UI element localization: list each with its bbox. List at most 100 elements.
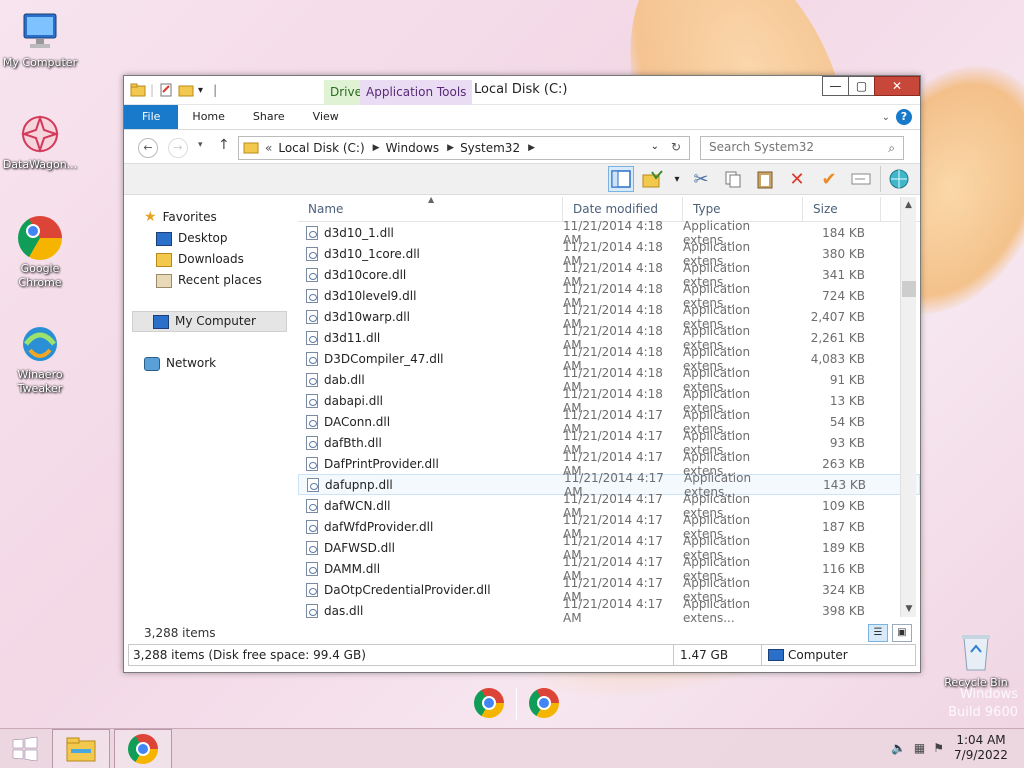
delete-icon[interactable]: ✕	[784, 166, 810, 192]
nav-item-favorites[interactable]: ★ Favorites	[124, 207, 294, 228]
maximize-button[interactable]: ▢	[848, 76, 875, 96]
copy-icon[interactable]	[720, 166, 746, 192]
qat-dropdown-icon[interactable]: ▾	[198, 85, 203, 96]
taskbar-file-explorer[interactable]	[52, 729, 110, 768]
desktop-icon-datawagon[interactable]: DataWagon...	[0, 112, 80, 172]
clock-date: 7/9/2022	[954, 748, 1008, 762]
search-input[interactable]	[709, 140, 869, 154]
refresh-icon[interactable]: ↻	[671, 140, 681, 154]
cell-name: dafWCN.dll	[298, 498, 553, 513]
desktop-icon-winaero-tweaker[interactable]: Winaero Tweaker	[0, 322, 80, 396]
cell-name: dafupnp.dll	[299, 477, 554, 492]
forward-button[interactable]: →	[168, 138, 188, 158]
table-row[interactable]: das.dll 11/21/2014 4:17 AM Application ext…	[298, 597, 920, 625]
breadcrumb-windows[interactable]: Windows ▶	[386, 141, 455, 155]
volume-muted-icon[interactable]: 🔈	[891, 741, 906, 755]
search-icon[interactable]: ⌕	[888, 141, 895, 156]
file-name: d3d10warp.dll	[324, 309, 410, 324]
network-tray-icon[interactable]: ▦	[914, 741, 925, 755]
search-box[interactable]: ⌕	[700, 136, 904, 160]
nav-item-network[interactable]: Network	[124, 353, 294, 374]
nav-label: My Computer	[175, 314, 256, 328]
tab-share[interactable]: Share	[239, 105, 299, 129]
file-name: D3DCompiler_47.dll	[324, 351, 444, 366]
expand-ribbon-icon[interactable]: ⌄	[882, 112, 890, 123]
dll-file-icon	[306, 393, 318, 408]
dropdown-icon[interactable]: ▾	[672, 166, 682, 192]
back-button[interactable]: ←	[138, 138, 158, 158]
cell-date: 11/21/2014 4:17 AM	[563, 596, 663, 625]
cut-icon[interactable]: ✂	[688, 166, 714, 192]
paste-icon[interactable]	[752, 166, 778, 192]
watermark-line: Build 9600	[948, 705, 1018, 720]
column-header-size[interactable]: Size	[803, 197, 881, 221]
large-icons-view-button[interactable]: ▣	[892, 624, 912, 642]
nav-label: Desktop	[178, 231, 228, 245]
nav-item-my-computer[interactable]: My Computer	[132, 311, 287, 332]
column-header-type[interactable]: Type	[683, 197, 803, 221]
cell-size: 2,261 KB	[810, 330, 865, 345]
chevron-right-icon[interactable]: ▶	[373, 143, 380, 153]
dll-file-icon	[306, 540, 318, 555]
breadcrumb-label: Windows	[385, 141, 440, 155]
cell-name: dafWfdProvider.dll	[298, 519, 553, 534]
desktop-icon-label: DataWagon...	[2, 158, 78, 171]
scroll-up-icon[interactable]: ▲	[901, 197, 916, 213]
cell-name: dab.dll	[298, 372, 553, 387]
cell-name: DAConn.dll	[298, 414, 553, 429]
nav-item-recent-places[interactable]: Recent places	[124, 270, 294, 291]
properties-icon[interactable]	[158, 82, 174, 98]
desktop-icon-google-chrome[interactable]: Google Chrome	[0, 216, 80, 290]
minimize-button[interactable]: —	[822, 76, 849, 96]
help-icon[interactable]: ?	[896, 109, 912, 125]
close-button[interactable]: ✕	[874, 76, 920, 96]
details-view-button[interactable]: ☰	[868, 624, 888, 642]
recent-locations-icon[interactable]: ▾	[198, 140, 203, 150]
folder-icon[interactable]	[130, 82, 146, 98]
scroll-down-icon[interactable]: ▼	[901, 601, 917, 617]
check-icon[interactable]: ✔	[816, 166, 842, 192]
column-header-date[interactable]: Date modified	[563, 197, 683, 221]
clock[interactable]: 1:04 AM 7/9/2022	[946, 733, 1016, 763]
vertical-scrollbar[interactable]: ▲ ▼	[900, 197, 916, 617]
folder-icon	[243, 140, 259, 157]
new-folder-icon[interactable]	[178, 82, 194, 98]
desktop-icon-my-computer[interactable]: My Computer	[0, 10, 80, 70]
cell-size: 341 KB	[822, 267, 865, 282]
chevron-right-icon[interactable]: ▶	[528, 143, 535, 153]
up-button[interactable]: ↑	[218, 137, 230, 153]
scroll-thumb[interactable]	[902, 281, 916, 297]
chrome-icon[interactable]	[529, 688, 559, 718]
breadcrumb-system32[interactable]: System32 ▶	[460, 141, 535, 155]
tab-home[interactable]: Home	[178, 105, 238, 129]
address-bar[interactable]: « Local Disk (C:) ▶ Windows ▶ System32 ▶ ⌄ …	[238, 136, 690, 160]
breadcrumb-local-disk[interactable]: Local Disk (C:) ▶	[278, 141, 379, 155]
action-center-icon[interactable]: ⚑	[933, 741, 944, 755]
tab-file[interactable]: File	[124, 105, 179, 129]
taskbar: 🔈 ▦ ⚑ 1:04 AM 7/9/2022	[0, 728, 1024, 768]
desktop-icon-recycle-bin[interactable]: Recycle Bin	[936, 630, 1016, 690]
folder-options-icon[interactable]	[640, 166, 666, 192]
start-button[interactable]	[0, 729, 50, 768]
network-globe-icon[interactable]	[880, 166, 912, 192]
datawagon-logo-icon	[18, 112, 62, 156]
nav-item-downloads[interactable]: Downloads	[124, 249, 294, 270]
dll-file-icon	[306, 498, 318, 513]
ribbon-tabs: File Home Share View ⌄ ?	[124, 105, 920, 129]
tab-view[interactable]: View	[299, 105, 353, 129]
address-dropdown-icon[interactable]: ⌄	[651, 141, 659, 152]
system-tray: 🔈 ▦ ⚑	[891, 741, 944, 755]
dll-file-icon	[306, 288, 318, 303]
context-tab-application-tools[interactable]: Application Tools	[360, 80, 473, 105]
cell-size: 724 KB	[822, 288, 865, 303]
chevron-right-icon[interactable]: ▶	[447, 143, 454, 153]
preview-pane-button[interactable]	[608, 166, 634, 192]
cell-name: d3d11.dll	[298, 330, 553, 345]
title-bar[interactable]: | ▾ | Drive Application Tools Local Disk…	[124, 76, 920, 105]
taskbar-google-chrome[interactable]	[114, 729, 172, 768]
quick-access-toolbar: | ▾ |	[130, 82, 217, 98]
file-name: dafupnp.dll	[325, 477, 393, 492]
chrome-icon[interactable]	[474, 688, 504, 718]
rename-icon[interactable]	[848, 166, 874, 192]
nav-item-desktop[interactable]: Desktop	[124, 228, 294, 249]
